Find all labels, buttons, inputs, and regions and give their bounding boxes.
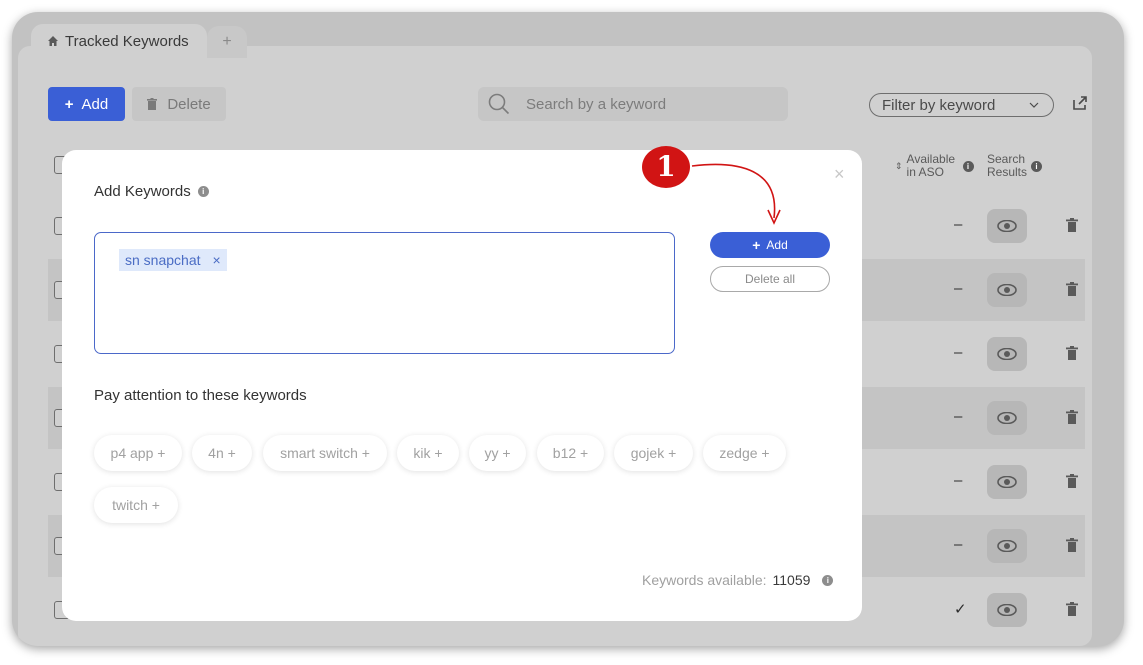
available-value: –	[954, 280, 963, 297]
eye-icon[interactable]	[987, 273, 1027, 307]
trash-icon[interactable]	[1066, 346, 1078, 360]
eye-icon[interactable]	[987, 465, 1027, 499]
chevron-down-icon	[1029, 102, 1039, 108]
eye-icon[interactable]	[987, 337, 1027, 371]
trash-icon[interactable]	[1066, 474, 1078, 488]
new-tab-button[interactable]: +	[207, 26, 247, 58]
attention-heading: Pay attention to these keywords	[94, 387, 307, 404]
eye-icon[interactable]	[987, 593, 1027, 627]
available-value: –	[954, 408, 963, 425]
suggestion-chip[interactable]: b12 +	[537, 435, 604, 471]
keyword-chip: sn snapchat ×	[119, 249, 227, 271]
home-icon	[48, 36, 58, 46]
info-icon[interactable]: i	[822, 574, 834, 586]
eye-icon[interactable]	[987, 529, 1027, 563]
available-value: ✓	[954, 601, 967, 618]
info-icon: i	[1031, 160, 1042, 172]
available-value: –	[954, 216, 963, 233]
column-available-in-aso[interactable]: ⇕ Available in ASO i	[895, 153, 975, 179]
suggestion-chip[interactable]: 4n +	[192, 435, 252, 471]
suggestion-chip[interactable]: gojek +	[614, 435, 693, 471]
tab-tracked-keywords[interactable]: Tracked Keywords	[31, 24, 207, 58]
keywords-available-count: 11059	[772, 572, 811, 588]
info-icon[interactable]: i	[197, 186, 209, 197]
trash-icon[interactable]	[1066, 282, 1078, 296]
delete-button[interactable]: Delete	[132, 87, 226, 121]
plus-icon: +	[64, 95, 74, 113]
suggestion-chip[interactable]: twitch +	[94, 487, 178, 523]
trash-icon[interactable]	[1066, 410, 1078, 424]
modal-title: Add Keywords i	[94, 183, 209, 200]
close-icon[interactable]: ×	[213, 252, 221, 268]
suggestion-chip[interactable]: zedge +	[703, 435, 786, 471]
plus-icon: +	[752, 237, 761, 253]
add-button[interactable]: + Add	[710, 232, 830, 258]
delete-all-button[interactable]: Delete all	[710, 266, 830, 292]
search-icon	[488, 93, 510, 115]
eye-icon[interactable]	[987, 401, 1027, 435]
suggestion-chip[interactable]: p4 app +	[94, 435, 182, 471]
step-marker: 1	[642, 146, 690, 188]
arrow-annotation-icon	[691, 163, 781, 225]
close-icon[interactable]: ×	[834, 164, 845, 185]
trash-icon[interactable]	[1066, 538, 1078, 552]
keyword-input-area[interactable]: sn snapchat ×	[94, 232, 675, 354]
available-value: –	[954, 536, 963, 553]
column-search-results[interactable]: Search Results i	[987, 153, 1047, 179]
suggestion-chip[interactable]: smart switch +	[263, 435, 387, 471]
available-value: –	[954, 472, 963, 489]
suggestion-chip[interactable]: kik +	[397, 435, 459, 471]
trash-icon	[147, 98, 158, 110]
trash-icon[interactable]	[1066, 218, 1078, 232]
available-value: –	[954, 344, 963, 361]
add-keyword-button[interactable]: + Add	[48, 87, 125, 121]
info-icon: i	[962, 160, 974, 172]
search-input[interactable]: Search by a keyword	[478, 87, 788, 121]
tab-label: Tracked Keywords	[65, 32, 189, 50]
export-icon[interactable]	[1072, 95, 1088, 111]
eye-icon[interactable]	[987, 209, 1027, 243]
keywords-available: Keywords available: 11059 i	[642, 572, 834, 588]
suggestion-chip[interactable]: yy +	[469, 435, 526, 471]
filter-dropdown[interactable]: Filter by keyword	[869, 93, 1054, 117]
sort-icon: ⇕	[895, 160, 903, 171]
trash-icon[interactable]	[1066, 602, 1078, 616]
